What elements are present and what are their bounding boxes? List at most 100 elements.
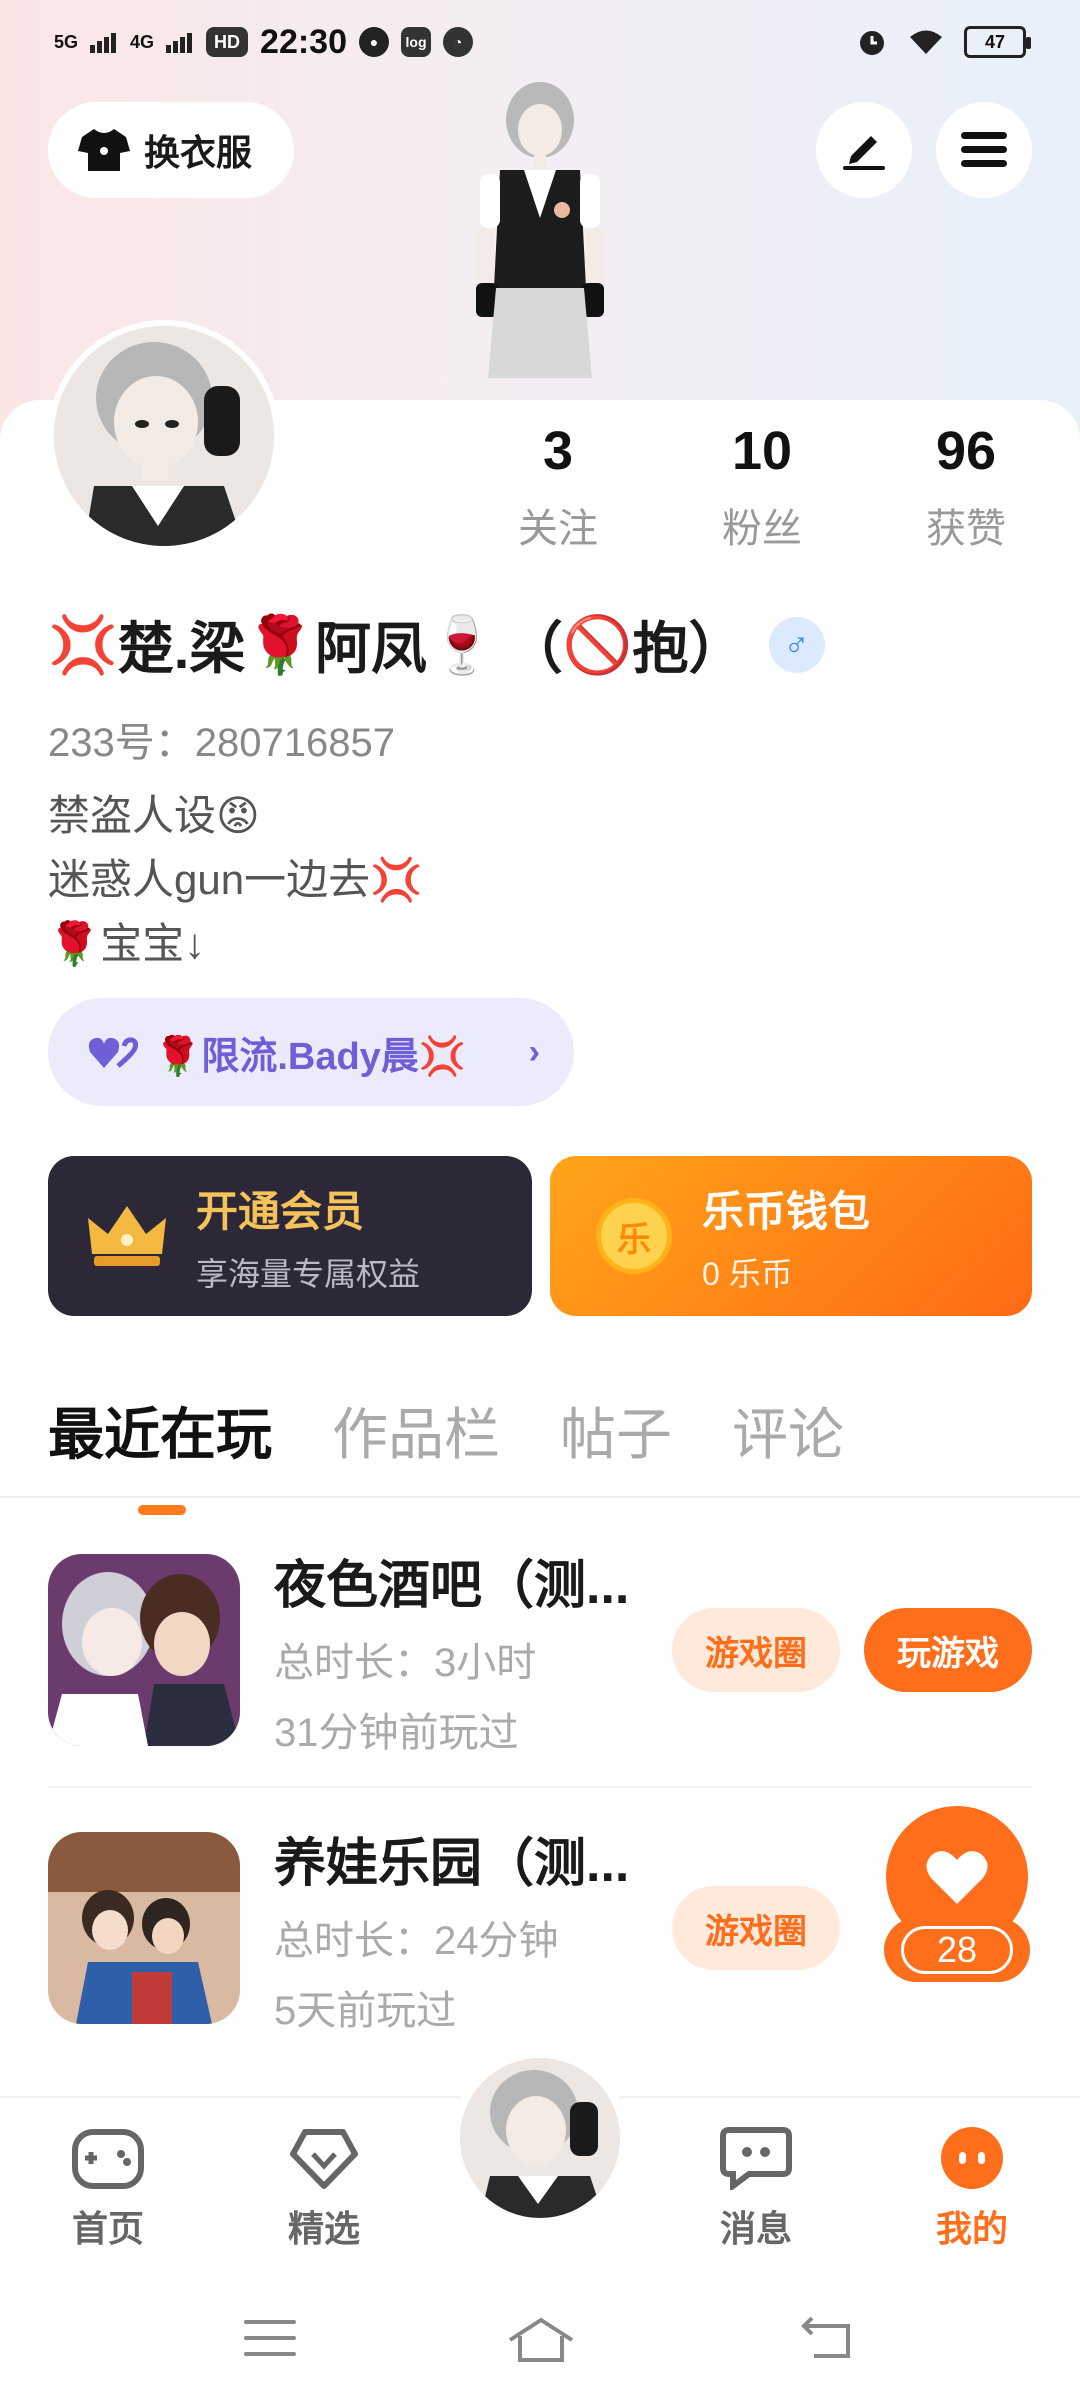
game-thumbnail[interactable] — [48, 1554, 240, 1746]
nickname-part1: 楚.梁 — [117, 617, 246, 680]
system-nav-bar — [0, 2276, 1080, 2400]
game-title: 养娃乐园（测... — [274, 1834, 630, 1893]
user-id[interactable]: 233号：280716857 — [48, 710, 395, 768]
log-icon: log — [401, 27, 431, 57]
wifi-icon — [910, 30, 942, 54]
member-title: 开通会员 — [196, 1187, 365, 1235]
double-heart-icon — [88, 1037, 139, 1068]
anger-emoji: 💢 — [48, 612, 118, 676]
following-count: 3 — [542, 421, 574, 481]
game-thumbnail-art-2 — [48, 1832, 240, 2024]
wallet-card[interactable]: 乐 乐币钱包 0 乐币 — [550, 1156, 1032, 1316]
game-last-played: 31分钟前玩过 — [274, 1710, 519, 1755]
play-game-button[interactable]: 玩游戏 — [864, 1608, 1032, 1692]
status-bar: 5G 4G HD 22:30 ● log ◔ 47 — [0, 0, 1080, 84]
uid-label: 233号： — [48, 721, 195, 765]
cp-label: 🌹限流.Bady晨💢 — [154, 1035, 467, 1078]
wechat-icon: ● — [359, 27, 389, 57]
hd-icon: HD — [206, 27, 249, 57]
nav-avatar — [460, 2058, 620, 2218]
chat-icon — [720, 2127, 792, 2190]
game-last-played: 5天前玩过 — [274, 1988, 457, 2033]
coin-char: 乐 — [617, 1220, 651, 1259]
menu-icon — [961, 132, 1007, 167]
nav-home-label: 首页 — [71, 2208, 144, 2249]
likes-count: 96 — [935, 421, 997, 481]
bio-line-2: 迷惑人gun一边去💢 — [48, 856, 423, 903]
app-notification-icon: ◔ — [443, 27, 473, 57]
nav-messages[interactable]: 消息 — [686, 2126, 826, 2252]
clock-time: 22:30 — [260, 22, 347, 61]
wine-emoji: 🍷 — [427, 612, 497, 676]
heart-icon — [926, 1851, 988, 1904]
shirt-icon — [78, 129, 130, 171]
stat-fans[interactable]: 10 粉丝 — [682, 420, 842, 554]
coin-icon: 乐 — [596, 1198, 672, 1274]
signal-icon-2 — [166, 33, 193, 53]
game-duration: 总时长：24分钟 — [274, 1918, 559, 1963]
nickname: 💢 楚.梁 🌹 阿凤 🍷 （ 🚫 抱） ♂ — [48, 604, 825, 685]
nav-mine-label: 我的 — [935, 2208, 1008, 2249]
nav-avatar-button[interactable] — [452, 2050, 628, 2226]
bio: 禁盗人设😡 迷惑人gun一边去💢 🌹宝宝↓ — [48, 784, 422, 976]
chevron-right-icon: › — [528, 1032, 540, 1071]
nav-mine[interactable]: 我的 — [902, 2126, 1042, 2252]
nav-featured-label: 精选 — [287, 2208, 360, 2249]
network-5g: 5G — [54, 32, 79, 52]
avatar-figure[interactable] — [440, 78, 640, 408]
game-title: 夜色酒吧（测... — [274, 1556, 630, 1615]
recent-apps-icon[interactable] — [244, 2316, 296, 2360]
wallet-title: 乐币钱包 — [702, 1187, 871, 1235]
home-icon[interactable] — [506, 2316, 576, 2364]
no-emoji: 🚫 — [562, 612, 633, 676]
content-tabs: 最近在玩 作品栏 帖子 评论 — [48, 1390, 844, 1515]
game-thumbnail-art — [48, 1554, 240, 1746]
rose-emoji: 🌹 — [245, 612, 316, 676]
menu-button[interactable] — [936, 102, 1032, 198]
bio-line-3: 🌹宝宝↓ — [48, 920, 206, 967]
edit-button[interactable] — [816, 102, 912, 198]
bio-line-1: 禁盗人设😡 — [48, 792, 260, 839]
nav-messages-label: 消息 — [719, 2208, 792, 2249]
tab-works[interactable]: 作品栏 — [332, 1390, 500, 1471]
network-4g: 4G — [130, 32, 155, 52]
profile-avatar[interactable] — [48, 320, 280, 552]
nickname-paren-open: （ — [506, 617, 563, 680]
nav-avatar-art — [460, 2058, 620, 2218]
alarm-icon — [860, 31, 884, 55]
uid-value: 280716857 — [194, 721, 395, 765]
likes-label: 获赞 — [926, 507, 1006, 551]
battery-indicator: 47 — [964, 26, 1031, 58]
tab-posts[interactable]: 帖子 — [560, 1390, 672, 1471]
back-icon[interactable] — [800, 2316, 852, 2360]
stat-likes[interactable]: 96 获赞 — [886, 420, 1046, 554]
game-thumbnail[interactable] — [48, 1832, 240, 2024]
game-circle-button[interactable]: 游戏圈 — [672, 1886, 840, 1970]
vip-member-card[interactable]: 开通会员 享海量专属权益 — [48, 1156, 532, 1316]
wallet-subtitle: 0 乐币 — [702, 1255, 793, 1292]
tab-recent-play[interactable]: 最近在玩 — [48, 1390, 272, 1515]
gender-male-icon: ♂ — [768, 616, 825, 673]
nickname-part2: 阿凤 — [315, 617, 428, 680]
stat-following[interactable]: 3 关注 — [478, 420, 638, 554]
floating-like-widget[interactable]: 28 — [884, 1806, 1030, 1982]
crown-icon — [88, 1206, 166, 1266]
signal-icon — [90, 33, 117, 53]
cp-link-pill[interactable]: 🌹限流.Bady晨💢 › — [48, 998, 574, 1106]
tab-comments[interactable]: 评论 — [732, 1390, 844, 1471]
tabs-divider — [0, 1496, 1080, 1498]
row-divider — [48, 1786, 1032, 1788]
nav-featured[interactable]: 精选 — [254, 2126, 394, 2252]
nav-home[interactable]: 首页 — [38, 2126, 178, 2252]
following-label: 关注 — [518, 507, 598, 551]
fans-label: 粉丝 — [722, 507, 802, 551]
heart-tag-icon — [290, 2129, 358, 2189]
game-circle-button[interactable]: 游戏圈 — [672, 1608, 840, 1692]
nickname-suffix: 抱） — [632, 617, 745, 680]
dressup-button[interactable]: 换衣服 — [48, 102, 294, 198]
game-duration: 总时长：3小时 — [274, 1640, 537, 1685]
fans-count: 10 — [731, 421, 793, 481]
gamepad-icon — [72, 2129, 144, 2189]
member-subtitle: 享海量专属权益 — [196, 1255, 421, 1292]
like-count-pill: 28 — [884, 1918, 1030, 1982]
